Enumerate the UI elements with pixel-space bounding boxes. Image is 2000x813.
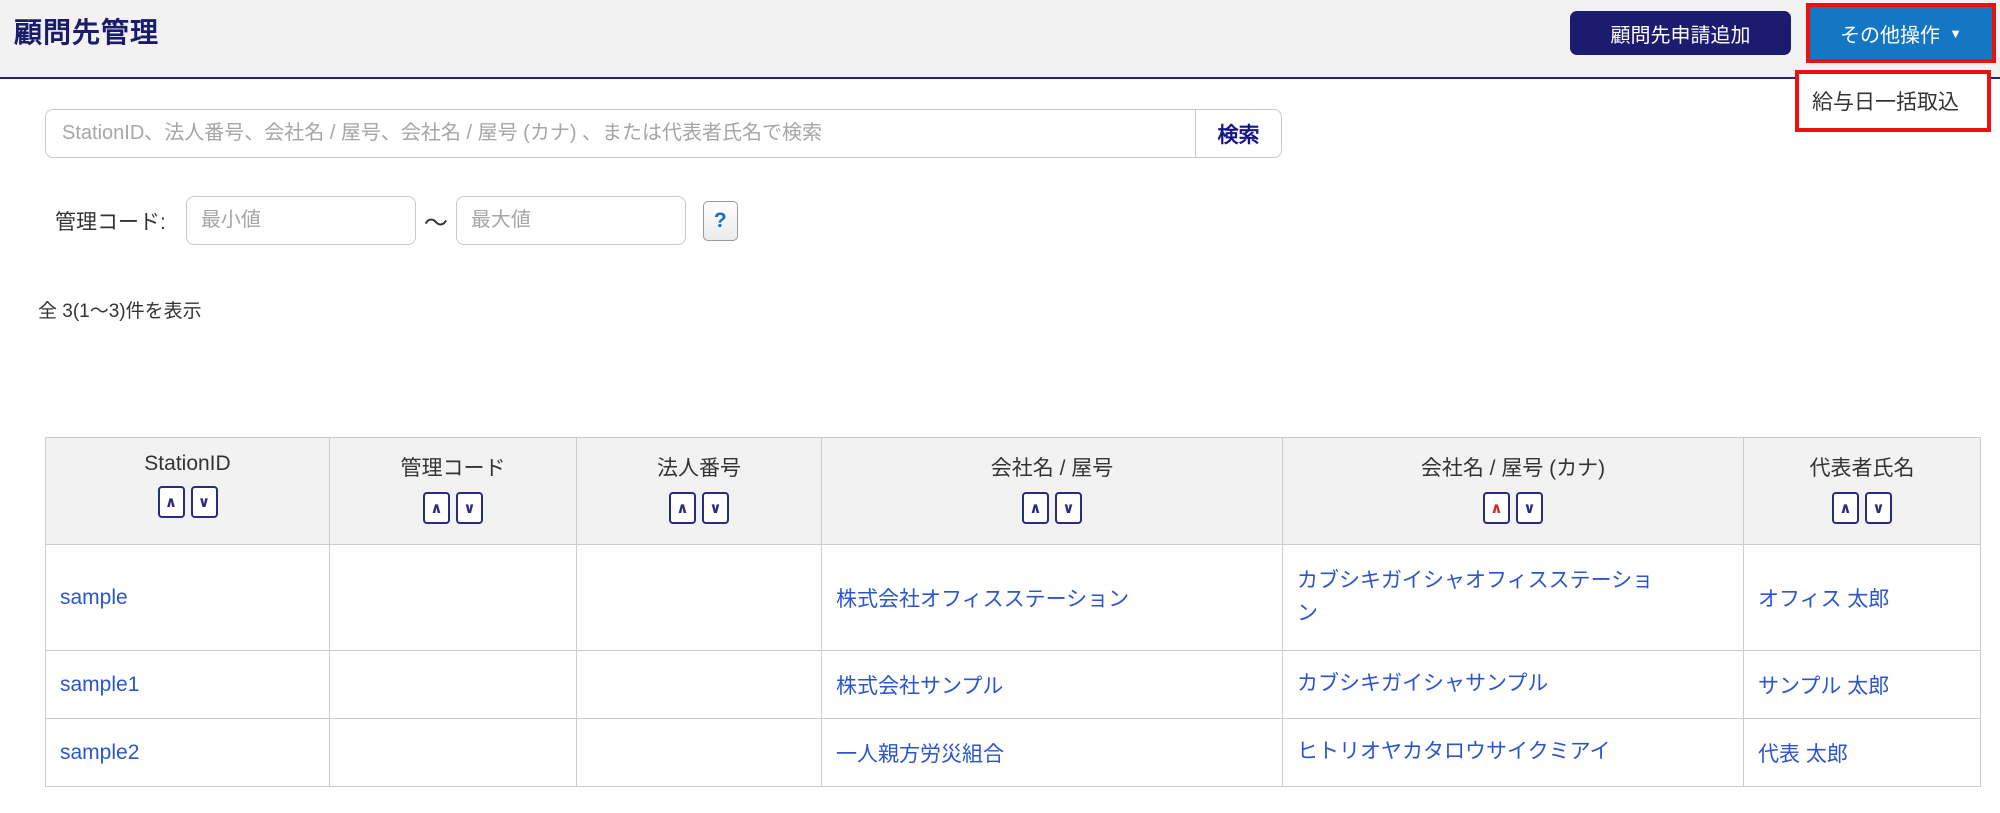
more-actions-label: その他操作 [1840,24,1941,47]
cell-company-name: 一人親方労災組合 [821,718,1283,787]
search-bar: 検索 [45,109,1282,158]
cell-management-code [329,650,577,719]
station-id-link[interactable]: sample [60,586,128,609]
menu-item-payday-bulk-import[interactable]: 給与日一括取込 [1799,74,1987,128]
company-name-link[interactable]: 株式会社サンプル [836,675,1003,698]
cell-station-id: sample [45,544,330,651]
cell-representative: 代表 太郎 [1743,718,1981,787]
cell-management-code [329,544,577,651]
result-count: 全 3(1～3)件を表示 [38,301,202,322]
company-name-link[interactable]: 株式会社オフィスステーション [836,588,1129,611]
sort-desc-button[interactable]: ∨ [702,492,729,524]
cell-company-name-kana: カブシキガイシャオフィスステーション [1282,544,1744,651]
sort-desc-button[interactable]: ∨ [190,486,218,518]
sort-asc-button[interactable]: ∧ [669,492,696,524]
sort-asc-button[interactable]: ∧ [423,492,450,524]
cell-corporate-number [576,718,822,787]
help-icon[interactable]: ? [702,200,738,241]
sort-asc-button[interactable]: ∧ [1832,492,1859,524]
cell-company-name: 株式会社オフィスステーション [821,544,1283,651]
management-code-label: 管理コード: [55,210,166,234]
table-header-row: StationID ∧ ∨ 管理コード ∧ ∨ 法人番号 ∧ ∨ 会社名 / 屋… [45,437,1981,545]
cell-representative: オフィス 太郎 [1743,544,1981,651]
client-management-page: { "page": { "title": "顧問先管理" }, "header"… [0,0,2000,813]
management-code-min-input[interactable] [185,196,416,245]
cell-representative: サンプル 太郎 [1743,650,1981,719]
page-title: 顧問先管理 [14,17,160,48]
search-button[interactable]: 検索 [1195,109,1282,158]
company-kana-link[interactable]: カブシキガイシャオフィスステーション [1297,565,1665,630]
company-kana-link[interactable]: カブシキガイシャサンプル [1297,668,1548,701]
sort-asc-button[interactable]: ∧ [157,486,185,518]
add-client-request-button[interactable]: 顧問先申請追加 [1570,11,1791,55]
column-header-company-name-kana: 会社名 / 屋号 (カナ) ∧ ∨ [1282,437,1744,545]
search-input[interactable] [45,109,1195,158]
cell-company-name-kana: カブシキガイシャサンプル [1282,650,1744,719]
cell-company-name: 株式会社サンプル [821,650,1283,719]
range-separator: ～ [423,210,448,237]
station-id-link[interactable]: sample1 [60,673,139,696]
sort-asc-button[interactable]: ∧ [1022,492,1049,524]
company-kana-link[interactable]: ヒトリオヤカタロウサイクミアイ [1297,736,1611,769]
station-id-link[interactable]: sample2 [60,741,139,764]
column-header-representative: 代表者氏名 ∧ ∨ [1743,437,1981,545]
cell-company-name-kana: ヒトリオヤカタロウサイクミアイ [1282,718,1744,787]
table-row: sample2 一人親方労災組合 ヒトリオヤカタロウサイクミアイ 代表 太郎 [45,718,1981,787]
table-row: sample 株式会社オフィスステーション カブシキガイシャオフィスステーション… [45,544,1981,651]
sort-desc-button[interactable]: ∨ [1865,492,1892,524]
column-header-corporate-number: 法人番号 ∧ ∨ [576,437,822,545]
column-header-management-code: 管理コード ∧ ∨ [329,437,577,545]
company-name-link[interactable]: 一人親方労災組合 [836,743,1004,766]
sort-desc-button[interactable]: ∨ [1516,492,1543,524]
table-row: sample1 株式会社サンプル カブシキガイシャサンプル サンプル 太郎 [45,650,1981,719]
cell-station-id: sample1 [45,650,330,719]
representative-link[interactable]: オフィス 太郎 [1758,588,1889,611]
cell-corporate-number [576,544,822,651]
column-header-station-id: StationID ∧ ∨ [45,437,330,545]
more-actions-button[interactable]: その他操作 ▼ [1810,7,1992,59]
cell-station-id: sample2 [45,718,330,787]
clients-table: StationID ∧ ∨ 管理コード ∧ ∨ 法人番号 ∧ ∨ 会社名 / 屋… [45,437,1981,787]
column-header-company-name: 会社名 / 屋号 ∧ ∨ [821,437,1283,545]
management-code-max-input[interactable] [455,196,686,245]
cell-management-code [329,718,577,787]
sort-asc-button[interactable]: ∧ [1483,492,1510,524]
sort-desc-button[interactable]: ∨ [456,492,483,524]
chevron-down-icon: ▼ [1949,25,1962,41]
management-code-filter: 管理コード: ～ ? [55,196,738,245]
representative-link[interactable]: サンプル 太郎 [1758,675,1889,698]
sort-desc-button[interactable]: ∨ [1055,492,1082,524]
annotation-highlight-dropdown: 給与日一括取込 [1795,70,1991,132]
annotation-highlight-more-button: その他操作 ▼ [1806,3,1996,63]
representative-link[interactable]: 代表 太郎 [1758,743,1848,766]
cell-corporate-number [576,650,822,719]
